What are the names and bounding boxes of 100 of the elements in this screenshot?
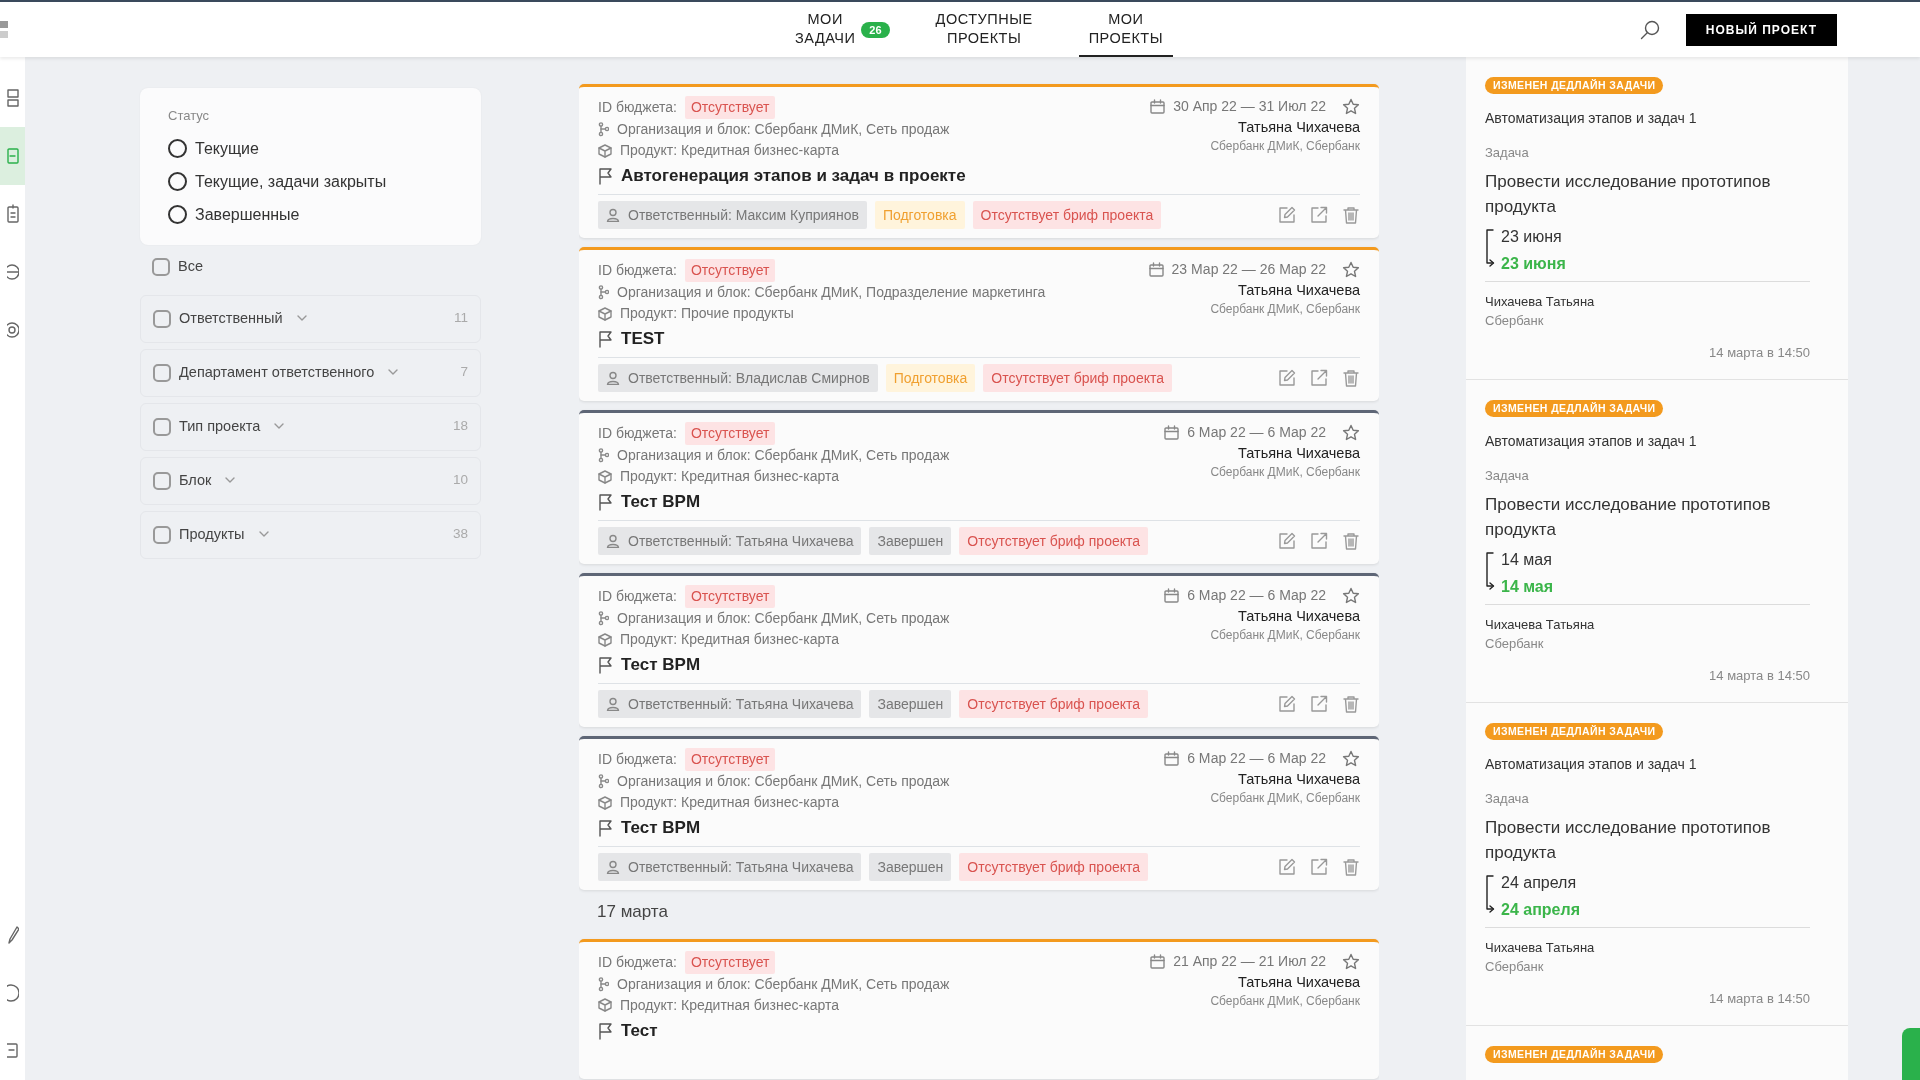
filter-row[interactable]: Продукты 38 (140, 510, 481, 559)
flag-icon (598, 330, 613, 348)
person-icon (606, 697, 620, 711)
product-text: Продукт: Кредитная бизнес-карта (620, 793, 839, 812)
trash-icon[interactable] (1342, 369, 1360, 387)
external-link-icon[interactable] (1310, 206, 1328, 224)
cube-icon (598, 143, 612, 158)
radio-button[interactable] (168, 204, 187, 224)
filter-row[interactable]: Блок 10 (140, 456, 481, 505)
owner-org: Сбербанк ДМиК, Сбербанк (1209, 138, 1360, 155)
product-text: Продукт: Кредитная бизнес-карта (620, 141, 839, 160)
date-range: 6 Мар 22 — 6 Мар 22 (1187, 423, 1326, 442)
pen-icon (6, 925, 19, 945)
star-icon[interactable] (1342, 98, 1360, 115)
filter-count: 18 (452, 417, 468, 436)
new-project-button[interactable]: НОВЫЙ ПРОЕКТ (1685, 13, 1837, 46)
product-text: Продукт: Кредитная бизнес-карта (620, 467, 839, 486)
owner-name: Татьяна Чихачева (1237, 118, 1360, 137)
chevron-down-icon[interactable] (274, 423, 285, 430)
external-link-icon[interactable] (1310, 695, 1328, 713)
trash-icon[interactable] (1342, 695, 1360, 713)
person-name: Чихачева Татьяна (1485, 938, 1596, 957)
search-icon[interactable] (1639, 19, 1660, 40)
item-type: Задача (1485, 144, 1530, 162)
owner-name: Татьяна Чихачева (1237, 444, 1360, 463)
project-title[interactable]: TEST (621, 328, 665, 350)
org-text: Организация и блок: Сбербанк ДМиК, Сеть продаж (617, 446, 950, 465)
filter-row[interactable]: Тип проекта 18 (140, 402, 481, 451)
hierarchy-icon (598, 122, 609, 137)
brief-tag: Отсутствует бриф проекта (959, 690, 1149, 718)
chevron-down-icon[interactable] (296, 315, 307, 322)
hierarchy-icon (598, 976, 609, 992)
checkbox[interactable] (153, 309, 171, 328)
owner-org: Сбербанк ДМиК, Сбербанк (1209, 627, 1360, 644)
brief-tag: Отсутствует бриф проекта (983, 364, 1172, 392)
new-date: 23 июня (1501, 253, 1566, 274)
responsible-text: Ответственный: Татьяна Чихачева (628, 532, 854, 551)
status-tag: Отсутствует (684, 950, 776, 974)
filter-label: Все (178, 256, 203, 276)
radio-button[interactable] (168, 138, 187, 158)
edit-icon[interactable] (1278, 369, 1296, 387)
external-link-icon[interactable] (1310, 532, 1328, 550)
chevron-down-icon[interactable] (388, 369, 399, 376)
task-title[interactable]: Провести исследование прототипов продукта (1485, 814, 1810, 865)
stage-tag: Подготовка (885, 364, 976, 392)
nav-tab[interactable]: МОИ ПРОЕКТЫ (1078, 2, 1174, 57)
external-link-icon[interactable] (1310, 858, 1328, 876)
chevron-down-icon[interactable] (225, 477, 236, 484)
status-tag: Отсутствует (684, 748, 776, 771)
task-title[interactable]: Провести исследование прототипов продукта (1485, 491, 1810, 542)
project-title[interactable]: Тест BPM (621, 654, 701, 676)
count-badge: 26 (861, 21, 890, 38)
project-name: Автоматизация этапов и задач 1 (1485, 432, 1698, 451)
chevron-down-icon[interactable] (258, 531, 269, 538)
star-icon[interactable] (1342, 587, 1360, 604)
org-text: Организация и блок: Сбербанк ДМиК, Сеть продаж (617, 120, 950, 139)
project-title[interactable]: Тест BPM (621, 817, 701, 839)
edit-icon[interactable] (1278, 695, 1296, 713)
filter-row[interactable]: Ответственный 11 (140, 294, 481, 343)
edit-icon[interactable] (1278, 206, 1296, 224)
flag-icon (598, 819, 613, 837)
filter-label: Департамент ответственного (179, 362, 375, 382)
checkbox[interactable] (153, 471, 171, 490)
nav-tab[interactable]: ДОСТУПНЫЕ ПРОЕКТЫ (925, 2, 1043, 57)
person-icon (606, 860, 620, 874)
star-icon[interactable] (1342, 424, 1360, 441)
trash-icon[interactable] (1342, 206, 1360, 224)
checkbox[interactable] (153, 525, 171, 544)
trash-icon[interactable] (1342, 532, 1360, 550)
edit-icon[interactable] (1278, 532, 1296, 550)
external-link-icon[interactable] (1310, 369, 1328, 387)
star-icon[interactable] (1342, 952, 1360, 970)
checkbox[interactable] (153, 363, 171, 382)
cube-icon (598, 998, 612, 1012)
project-title[interactable]: Автогенерация этапов и задач в проекте (621, 165, 966, 187)
trash-icon[interactable] (1342, 858, 1360, 876)
timestamp: 14 марта в 14:50 (1708, 666, 1810, 685)
task-title[interactable]: Провести исследование прототипов продукта (1485, 168, 1810, 219)
star-icon[interactable] (1342, 261, 1360, 278)
date-range: 23 Мар 22 — 26 Мар 22 (1171, 260, 1326, 279)
event-badge: ИЗМЕНЕН ДЕДЛАЙН ЗАДАЧИ (1485, 77, 1664, 94)
flag-icon (598, 1021, 613, 1040)
responsible-text: Ответственный: Максим Куприянов (628, 206, 859, 225)
edit-icon[interactable] (1278, 858, 1296, 876)
cube-icon (598, 469, 612, 484)
status-label: Статус (168, 107, 211, 125)
owner-name: Татьяна Чихачева (1237, 770, 1360, 789)
star-icon[interactable] (1342, 750, 1360, 767)
project-title[interactable]: Тест BPM (621, 491, 701, 513)
brief-tag: Отсутствует бриф проекта (959, 527, 1149, 555)
hierarchy-icon (598, 611, 609, 626)
date-range: 6 Мар 22 — 6 Мар 22 (1187, 586, 1326, 605)
filter-row[interactable]: Департамент ответственного 7 (140, 348, 481, 397)
checkbox[interactable] (152, 257, 170, 276)
checkbox[interactable] (153, 417, 171, 436)
new-date: 14 мая (1501, 576, 1554, 597)
person-org: Сбербанк (1485, 312, 1545, 330)
radio-button[interactable] (168, 171, 187, 191)
project-title[interactable]: Тест (621, 1019, 658, 1042)
budget-label: ID бюджета: (598, 952, 677, 972)
